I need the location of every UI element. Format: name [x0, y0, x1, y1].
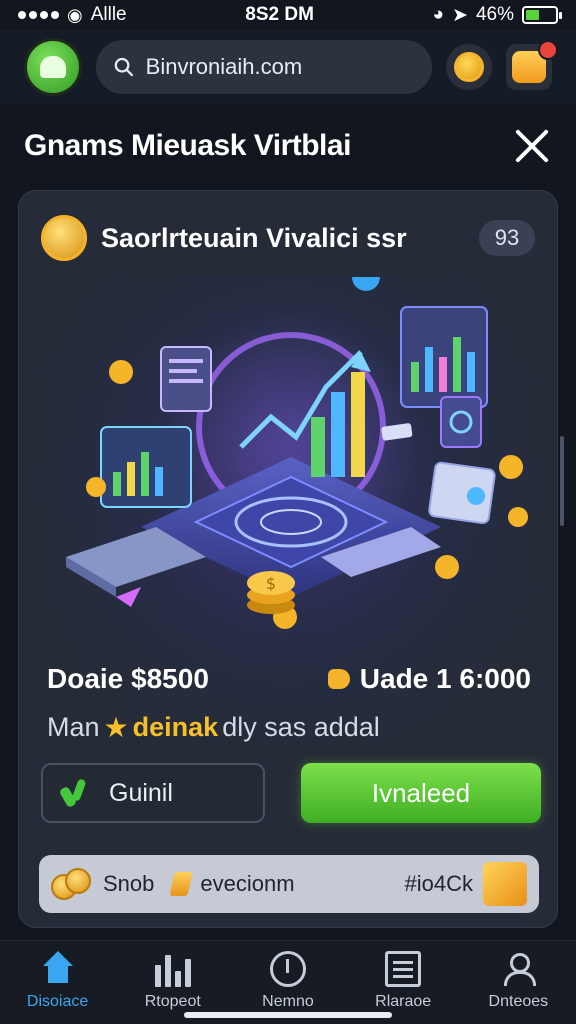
alarm-icon: ◕ [432, 4, 445, 25]
card-title: Saorlrteuain Vivalici ssr [101, 222, 407, 253]
nav-item-reports[interactable]: Rtopeot [118, 951, 228, 1011]
svg-text:$: $ [266, 574, 276, 593]
search-icon [114, 57, 134, 77]
promo-banner[interactable]: Snob evecionm #io4Ck [39, 855, 539, 913]
price-left: Doaie $8500 [47, 663, 209, 694]
coin-icon[interactable] [446, 44, 492, 90]
primary-button-label: Ivnaleed [371, 777, 471, 808]
primary-button[interactable]: Ivnaleed [301, 763, 541, 823]
signal-icon [18, 11, 59, 19]
price-row: Doaie $8500 Uade 1 6:000 [47, 659, 531, 699]
price-right-value: Uade 1 6:000 [359, 663, 531, 694]
card-header: Saorlrteuain Vivalici ssr 93 [41, 213, 535, 263]
carrier-label: Allle [90, 4, 127, 25]
close-icon[interactable] [512, 126, 552, 166]
nav-label: Rlaraoe [375, 993, 432, 1010]
secondary-button[interactable]: Guinil [41, 763, 265, 823]
person-icon [61, 779, 89, 807]
battery-percent: 46% [475, 4, 514, 25]
clock-time: 8S2 DM [245, 4, 314, 25]
app-header [0, 30, 576, 104]
nav-item-history[interactable]: Nemno [233, 951, 343, 1011]
wifi-icon: ◉ [67, 4, 83, 25]
subline-highlight: deinak [132, 711, 219, 742]
tag-icon [169, 872, 193, 896]
gift-box-icon[interactable] [506, 40, 558, 90]
coin-stack-icon: $ [247, 571, 295, 614]
notification-dot [538, 40, 558, 60]
card-subline: Man ★ deinak dly sas addal [47, 707, 531, 747]
subline-suffix: dly sas addal [222, 711, 380, 742]
coins-icon [51, 868, 93, 900]
nav-label: Rtopeot [144, 993, 201, 1010]
battery-icon [521, 6, 562, 24]
secondary-button-label: Guinil [109, 778, 173, 807]
hand-icon [327, 669, 350, 689]
green-cat-logo-icon[interactable] [24, 38, 82, 96]
status-right: ◕ ➤ 46% [432, 4, 562, 27]
user-icon [500, 951, 537, 987]
promo-label-1: Snob [103, 871, 155, 896]
status-bar: ◉ Allle 8S2 DM ◕ ➤ 46% [0, 0, 576, 30]
location-icon: ➤ [452, 4, 468, 26]
document-icon [385, 951, 422, 987]
nav-label: Dnteoes [488, 993, 549, 1010]
home-icon [40, 951, 76, 987]
count-badge: 93 [479, 220, 535, 256]
price-right: Uade 1 6:000 [327, 663, 531, 695]
action-buttons: Guinil Ivnaleed [41, 763, 541, 823]
bars-icon [154, 951, 191, 987]
offer-card: Saorlrteuain Vivalici ssr 93 $ Doaie $85… [18, 190, 558, 928]
subline-prefix: Man [47, 711, 100, 742]
gift-icon[interactable] [483, 862, 527, 906]
title-row: Gnams Mieuask Virtblai [0, 112, 576, 180]
search-input[interactable] [145, 54, 414, 80]
clock-icon [269, 951, 306, 987]
nav-item-profile[interactable]: Dnteoes [463, 951, 573, 1011]
scrollbar[interactable] [560, 436, 564, 526]
nav-label: Nemno [262, 993, 314, 1010]
promo-label-2: evecionm [200, 871, 295, 896]
nav-item-documents[interactable]: Rlaraoe [348, 951, 458, 1011]
star-icon: ★ [103, 711, 129, 743]
status-left: ◉ Allle [18, 4, 127, 26]
nav-label: Disoiace [26, 993, 89, 1010]
page-title: Gnams Mieuask Virtblai [24, 129, 351, 162]
nav-item-home[interactable]: Disoiace [3, 951, 113, 1011]
home-indicator[interactable] [184, 1012, 392, 1018]
search-bar[interactable] [96, 40, 432, 94]
promo-code: #io4Ck [404, 871, 473, 896]
coin-icon [41, 215, 87, 261]
